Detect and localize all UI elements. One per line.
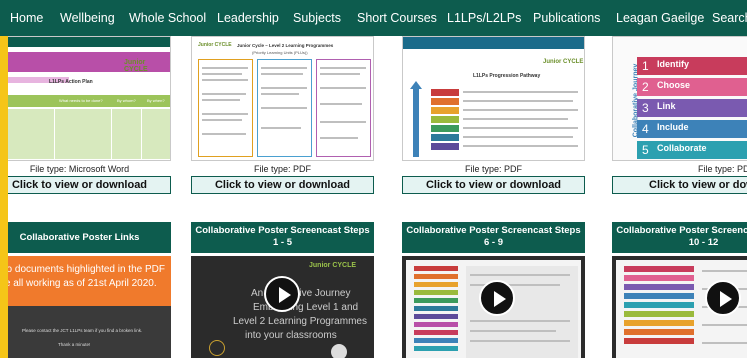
file-type-label: File type: Microsoft Word — [29, 164, 130, 174]
junior-cycle-logo: Junior CYCLE — [543, 59, 584, 65]
thumb-column-a: What needs to be done? — [59, 98, 103, 103]
video-card-poster-links: Collaborative Poster Links s to document… — [8, 222, 171, 358]
view-download-button[interactable]: Click to view or download — [8, 176, 171, 194]
thumb-title: Junior Cycle – Level 2 Learning Programm… — [237, 43, 334, 48]
junior-cycle-logo: Junior CYCLE — [124, 59, 148, 73]
video-thumbnail[interactable]: s to documents highlighted in the PDF ar… — [8, 256, 171, 358]
document-thumbnail[interactable]: Collaborative Journey 1 Identify 2 Choos… — [612, 36, 747, 161]
file-type-label: File type: PDF — [697, 164, 747, 174]
junior-cycle-logo: Junior CYCLE — [309, 262, 357, 269]
play-button-icon[interactable] — [705, 280, 741, 316]
video-thumbnail[interactable]: Junior CYCLE An Interactive Journey Embe… — [191, 256, 374, 358]
video-card-steps-1-5: Collaborative Poster Screencast Steps 1 … — [191, 222, 374, 358]
step-collaborate: Collaborate — [657, 143, 707, 153]
step-identify: Identify — [657, 59, 690, 69]
step-include: Include — [657, 122, 689, 132]
content-area: L1LPs Action Plan Junior CYCLE What need… — [8, 36, 747, 358]
thumb-subtitle: (Priority Learning Units (PLUs)) — [252, 50, 308, 55]
view-download-button[interactable]: Click to view or download — [612, 176, 747, 194]
video-title: Collaborative Poster Screencast Steps 1 … — [191, 222, 374, 253]
video-title: Collaborative Poster Links — [8, 222, 171, 253]
view-download-button[interactable]: Click to view or download — [191, 176, 374, 194]
video-card-steps-10-12: Collaborative Poster Screencast Steps 10… — [612, 222, 747, 358]
thumb-title: L1LPs Progression Pathway — [473, 73, 541, 79]
video-text-line-4: into your classrooms — [245, 330, 337, 341]
video-thumbnail[interactable] — [402, 256, 585, 358]
document-thumbnail[interactable]: L1LPs Action Plan Junior CYCLE What need… — [8, 36, 171, 161]
nav-search[interactable]: Search — [712, 0, 747, 36]
document-thumbnail[interactable]: L1LPs Progression Pathway Junior CYCLE — [402, 36, 585, 161]
nav-publications[interactable]: Publications — [533, 0, 600, 36]
play-button-icon[interactable] — [479, 280, 515, 316]
resource-card-action-plan: L1LPs Action Plan Junior CYCLE What need… — [8, 36, 171, 196]
thumb-column-b: By whom? — [117, 98, 136, 103]
nav-wellbeing[interactable]: Wellbeing — [60, 0, 115, 36]
video-title: Collaborative Poster Screencast Steps 10… — [612, 222, 747, 253]
play-button-icon[interactable] — [264, 276, 300, 312]
junior-cycle-logo: Junior CYCLE — [198, 42, 232, 48]
step-link: Link — [657, 101, 676, 111]
document-thumbnail[interactable]: Junior Cycle – Level 2 Learning Programm… — [191, 36, 374, 161]
nav-subjects[interactable]: Subjects — [293, 0, 341, 36]
nav-home[interactable]: Home — [10, 0, 43, 36]
nav-leadership[interactable]: Leadership — [217, 0, 279, 36]
video-text-line-3: Level 2 Learning Programmes — [233, 316, 367, 327]
nav-short-courses[interactable]: Short Courses — [357, 0, 437, 36]
video-text-line-1: s to documents highlighted in the PDF — [8, 264, 165, 275]
video-title: Collaborative Poster Screencast Steps 6 … — [402, 222, 585, 253]
file-type-label: File type: PDF — [464, 164, 522, 174]
file-type-label: File type: PDF — [253, 164, 311, 174]
resource-card-l2lp-plus: Junior Cycle – Level 2 Learning Programm… — [191, 36, 374, 196]
nav-leagan-gaeilge[interactable]: Leagan Gaeilge — [616, 0, 704, 36]
video-card-steps-6-9: Collaborative Poster Screencast Steps 6 … — [402, 222, 585, 358]
step-choose: Choose — [657, 80, 691, 90]
view-download-button[interactable]: Click to view or download — [402, 176, 585, 194]
resource-card-collaborative-journey: Collaborative Journey 1 Identify 2 Choos… — [612, 36, 747, 196]
video-text-line-2: are all working as of 21st April 2020. — [8, 278, 157, 289]
thumb-column-c: By when? — [147, 98, 165, 103]
top-navigation-bar: Home Wellbeing Whole School Leadership S… — [0, 0, 747, 36]
video-small-text: Please contact the JCT L1LPs team if you… — [22, 328, 143, 333]
resource-card-progression-pathway: L1LPs Progression Pathway Junior CYCLE F… — [402, 36, 585, 196]
thumb-title: L1LPs Action Plan — [49, 79, 93, 85]
video-small-text-2: Thank a minute! — [58, 342, 91, 347]
video-thumbnail[interactable] — [612, 256, 747, 358]
nav-whole-school[interactable]: Whole School — [129, 0, 206, 36]
nav-l1lps-l2lps[interactable]: L1LPs/L2LPs — [447, 0, 521, 36]
